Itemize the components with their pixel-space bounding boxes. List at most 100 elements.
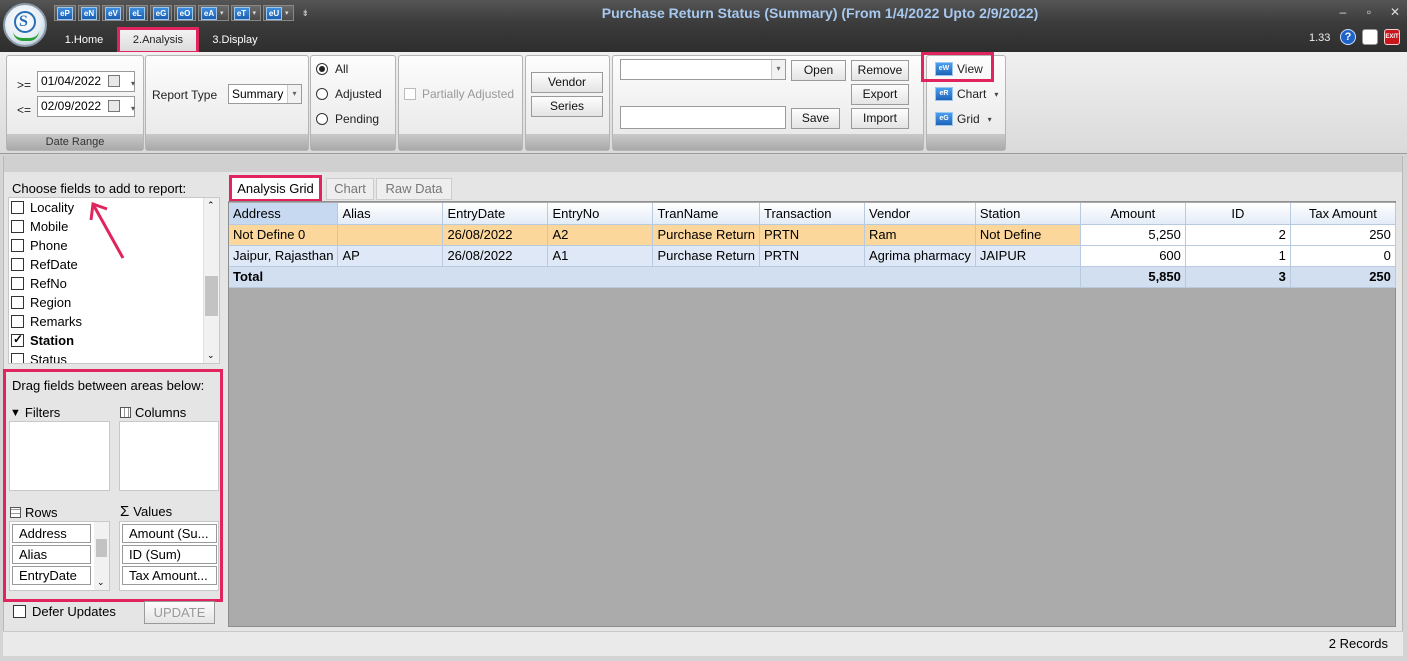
column-header-tax-amount[interactable]: Tax Amount <box>1290 203 1396 225</box>
table-cell[interactable]: Purchase Return <box>652 245 761 267</box>
rows-chip-entrydate[interactable]: EntryDate <box>12 566 91 585</box>
tab-display[interactable]: 3.Display <box>206 29 264 51</box>
total-tax-amount[interactable]: 250 <box>1290 266 1396 288</box>
tab-chart[interactable]: Chart <box>326 178 374 200</box>
table-cell[interactable]: 2 <box>1185 224 1291 246</box>
save-button[interactable]: Save <box>791 108 840 129</box>
table-cell[interactable]: PRTN <box>759 245 866 267</box>
radio-adjusted[interactable] <box>316 88 328 100</box>
tab-home[interactable]: 1.Home <box>58 29 110 51</box>
tab-analysis-grid[interactable]: Analysis Grid <box>229 175 322 202</box>
table-cell[interactable]: Not Define <box>975 224 1081 246</box>
table-row[interactable]: Not Define 0 26/08/2022 A2 Purchase Retu… <box>229 224 1396 246</box>
column-header-entrydate[interactable]: EntryDate <box>442 203 549 225</box>
table-cell[interactable]: A2 <box>547 224 654 246</box>
export-button[interactable]: Export <box>851 84 909 105</box>
field-list-scrollbar[interactable]: ⌃ ⌄ <box>203 198 219 363</box>
field-checkbox[interactable] <box>11 258 24 271</box>
list-item[interactable]: Station <box>11 331 74 350</box>
total-label[interactable]: Total <box>229 266 1081 288</box>
import-button[interactable]: Import <box>851 108 909 129</box>
field-checkbox[interactable] <box>11 332 24 347</box>
rows-chip-address[interactable]: Address <box>12 524 91 543</box>
table-cell[interactable]: Agrima pharmacy <box>864 245 976 267</box>
column-header-address[interactable]: Address <box>229 203 339 225</box>
values-chip-id[interactable]: ID (Sum) <box>122 545 217 564</box>
minimize-button[interactable]: – <box>1330 3 1356 21</box>
exit-icon[interactable]: EXIT <box>1384 29 1400 45</box>
table-cell[interactable]: A1 <box>547 245 654 267</box>
field-checkbox[interactable] <box>11 353 24 363</box>
table-cell[interactable] <box>337 224 444 246</box>
tab-analysis[interactable]: 2.Analysis <box>117 27 199 54</box>
table-cell[interactable]: 26/08/2022 <box>442 245 549 267</box>
list-item[interactable]: Mobile <box>11 217 68 236</box>
help-icon[interactable]: ? <box>1340 29 1356 45</box>
chevron-down-icon[interactable]: ⌄ <box>97 577 105 588</box>
rows-area[interactable]: Address Alias EntryDate ⌄ <box>9 521 110 591</box>
table-cell[interactable]: Jaipur, Rajasthan <box>229 245 339 267</box>
vendor-button[interactable]: Vendor <box>531 72 603 93</box>
list-item[interactable]: Remarks <box>11 312 82 331</box>
field-checkbox[interactable] <box>11 296 24 309</box>
values-area[interactable]: Amount (Su... ID (Sum) Tax Amount... <box>119 521 219 591</box>
table-cell[interactable]: Not Define 0 <box>229 224 339 246</box>
to-date-input[interactable]: 02/09/2022 ▾ <box>37 96 135 117</box>
table-cell[interactable]: 1 <box>1185 245 1291 267</box>
values-chip-tax-amount[interactable]: Tax Amount... <box>122 566 217 585</box>
radio-all[interactable] <box>316 63 328 75</box>
table-cell[interactable]: JAIPUR <box>975 245 1081 267</box>
update-button[interactable]: UPDATE <box>144 601 215 624</box>
column-header-id[interactable]: ID <box>1185 203 1291 225</box>
grid-button[interactable]: eG Grid ▾ <box>935 109 992 129</box>
layout-select[interactable]: ▾ <box>620 59 786 80</box>
field-checkbox[interactable] <box>11 201 24 214</box>
column-header-amount[interactable]: Amount <box>1080 203 1186 225</box>
from-date-input[interactable]: 01/04/2022 ▾ <box>37 71 135 92</box>
table-cell[interactable]: 250 <box>1290 224 1396 246</box>
columns-area[interactable] <box>119 421 219 491</box>
chevron-up-icon[interactable]: ⌃ <box>207 200 215 211</box>
defer-updates-checkbox[interactable] <box>13 605 26 618</box>
table-cell[interactable]: 600 <box>1080 245 1186 267</box>
total-amount[interactable]: 5,850 <box>1080 266 1186 288</box>
column-header-tranname[interactable]: TranName <box>652 203 761 225</box>
list-item[interactable]: Region <box>11 293 71 312</box>
column-header-station[interactable]: Station <box>975 203 1081 225</box>
remove-button[interactable]: Remove <box>851 60 909 81</box>
table-cell[interactable]: PRTN <box>759 224 866 246</box>
field-checkbox[interactable] <box>11 277 24 290</box>
table-cell[interactable]: Ram <box>864 224 976 246</box>
scroll-thumb[interactable] <box>96 539 107 557</box>
tab-raw-data[interactable]: Raw Data <box>376 178 452 200</box>
list-item[interactable]: Status <box>11 350 67 363</box>
restore-button[interactable]: ▫ <box>1356 3 1382 21</box>
list-item[interactable]: RefNo <box>11 274 67 293</box>
field-checkbox[interactable] <box>11 315 24 328</box>
notes-icon[interactable] <box>1362 29 1378 45</box>
scroll-thumb[interactable] <box>205 276 218 316</box>
field-checkbox[interactable] <box>11 239 24 252</box>
rows-scrollbar[interactable]: ⌄ <box>94 522 109 590</box>
report-type-select[interactable]: Summary ▾ <box>228 84 302 104</box>
radio-pending[interactable] <box>316 113 328 125</box>
table-cell[interactable]: 5,250 <box>1080 224 1186 246</box>
chevron-down-icon[interactable]: ⌄ <box>207 350 215 361</box>
column-header-entryno[interactable]: EntryNo <box>547 203 654 225</box>
total-id[interactable]: 3 <box>1185 266 1291 288</box>
layout-name-input[interactable] <box>620 106 786 129</box>
column-header-transaction[interactable]: Transaction <box>759 203 866 225</box>
table-cell[interactable]: Purchase Return <box>652 224 761 246</box>
table-row[interactable]: Jaipur, Rajasthan AP 26/08/2022 A1 Purch… <box>229 245 1396 267</box>
series-button[interactable]: Series <box>531 96 603 117</box>
list-item[interactable]: Phone <box>11 236 68 255</box>
values-chip-amount[interactable]: Amount (Su... <box>122 524 217 543</box>
view-button[interactable]: eW View <box>935 59 983 79</box>
table-cell[interactable]: 0 <box>1290 245 1396 267</box>
total-row[interactable]: Total 5,850 3 250 <box>229 266 1396 288</box>
field-checkbox[interactable] <box>11 220 24 233</box>
list-item[interactable]: RefDate <box>11 255 78 274</box>
column-header-vendor[interactable]: Vendor <box>864 203 976 225</box>
filters-area[interactable] <box>9 421 110 491</box>
list-item[interactable]: Locality <box>11 198 74 217</box>
